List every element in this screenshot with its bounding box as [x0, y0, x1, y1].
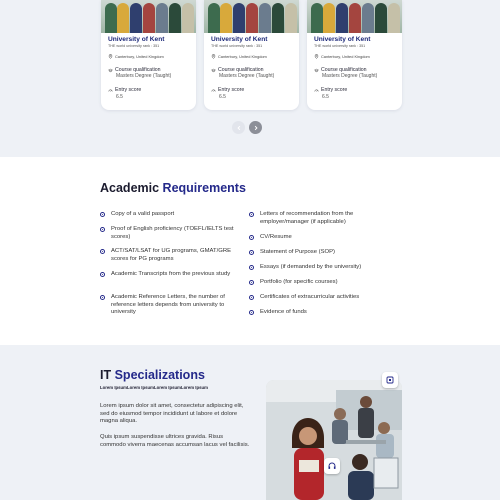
requirement-text: Copy of a valid passport: [111, 211, 175, 217]
it-paragraph: Quis ipsum suspendisse ultrices gravida.…: [100, 434, 250, 448]
requirement-text: Portfolio (for specific courses): [260, 279, 338, 285]
bullet-icon: [249, 295, 254, 301]
heading-highlight: Requirements: [162, 181, 246, 195]
entry-score-label: Entry score: [115, 87, 142, 93]
list-item: Proof of English proficiency (TOEFL/IELT…: [100, 226, 235, 241]
students-classroom-photo: [266, 380, 402, 500]
list-item: Copy of a valid passport: [100, 211, 235, 219]
entry-score-value: 6.5: [116, 94, 123, 100]
graduation-cap-icon: [108, 68, 113, 72]
university-card[interactable]: University of Kent THE world university …: [101, 0, 196, 110]
requirement-text: CV/Resume: [260, 234, 292, 240]
entry-score-label: Entry score: [218, 87, 245, 93]
requirement-text: Statement of Purpose (SOP): [260, 249, 335, 255]
heading-plain: IT: [100, 368, 112, 382]
location-row: Canterbury, United Kingdom: [108, 54, 164, 59]
entry-score-value: 6.5: [322, 94, 329, 100]
list-item: Academic Reference Letters, the number o…: [100, 294, 235, 317]
location-pin-icon: [211, 54, 216, 59]
it-subtitle: Lorem IpsumLorem IpsumLorem IpsumLorem I…: [100, 385, 208, 390]
students-photo: [307, 0, 402, 33]
location-row: Canterbury, United Kingdom: [211, 54, 267, 59]
students-photo: [101, 0, 196, 33]
it-specializations-section: [0, 345, 500, 500]
list-item: Evidence of funds: [249, 309, 379, 317]
requirement-text: Essays (if demanded by the university): [260, 264, 362, 270]
bullet-icon: [100, 212, 105, 218]
location-pin-icon: [314, 54, 319, 59]
it-specializations-heading: IT Specializations: [100, 368, 205, 382]
heading-highlight: Specializations: [114, 368, 205, 382]
gauge-icon: [314, 89, 319, 92]
list-item: CV/Resume: [249, 234, 379, 242]
university-location: Canterbury, United Kingdom: [218, 54, 267, 59]
requirement-text: ACT/SAT/LSAT for UG programs, GMAT/GRE s…: [111, 248, 232, 262]
bullet-icon: [100, 227, 105, 233]
bullet-icon: [249, 310, 254, 316]
list-item: Portfolio (for specific courses): [249, 279, 379, 287]
headset-icon: [328, 462, 336, 469]
gauge-icon: [108, 89, 113, 92]
it-paragraph: Lorem ipsum dolor sit amet, consectetur …: [100, 403, 244, 425]
university-name[interactable]: University of Kent: [314, 36, 370, 43]
university-name[interactable]: University of Kent: [108, 36, 164, 43]
bullet-icon: [100, 249, 105, 255]
graduation-cap-icon: [211, 68, 216, 72]
academic-requirements-heading: Academic Requirements: [100, 181, 246, 195]
entry-score-row: Entry score: [108, 87, 141, 93]
university-cards-section: University of Kent THE world university …: [0, 0, 500, 157]
entry-score-row: Entry score: [211, 87, 244, 93]
course-qualification-value: Masters Degree (Taught): [322, 73, 378, 79]
requirement-text: Certificates of extracurricular activiti…: [260, 294, 360, 300]
heading-plain: Academic: [100, 181, 160, 195]
list-item: Certificates of extracurricular activiti…: [249, 294, 379, 302]
list-item: Academic Transcripts from the previous s…: [100, 271, 235, 279]
university-rank: THE world university rank : 351: [211, 44, 263, 48]
entry-score-row: Entry score: [314, 87, 347, 93]
university-card[interactable]: University of Kent THE world university …: [204, 0, 299, 110]
requirement-text: Evidence of funds: [260, 309, 307, 315]
list-item: ACT/SAT/LSAT for UG programs, GMAT/GRE s…: [100, 248, 235, 263]
hardware-badge-icon: [382, 372, 398, 388]
bullet-icon: [249, 235, 254, 241]
bullet-icon: [249, 212, 254, 218]
carousel-next-button[interactable]: [249, 121, 262, 134]
bullet-icon: [100, 272, 105, 278]
university-name[interactable]: University of Kent: [211, 36, 267, 43]
chevron-left-icon: [236, 125, 240, 130]
university-location: Canterbury, United Kingdom: [321, 54, 370, 59]
requirement-text: Academic Reference Letters, the number o…: [111, 294, 225, 315]
support-badge-icon: [324, 458, 340, 474]
bullet-icon: [100, 295, 105, 301]
university-card[interactable]: University of Kent THE world university …: [307, 0, 402, 110]
requirement-text: Proof of English proficiency (TOEFL/IELT…: [111, 226, 234, 240]
requirement-text: Academic Transcripts from the previous s…: [111, 271, 231, 277]
location-pin-icon: [108, 54, 113, 59]
classroom-illustration: [266, 380, 402, 500]
carousel-prev-button[interactable]: [232, 121, 245, 134]
location-row: Canterbury, United Kingdom: [314, 54, 370, 59]
university-rank: THE world university rank : 351: [108, 44, 160, 48]
gauge-icon: [211, 89, 216, 92]
course-qualification-value: Masters Degree (Taught): [219, 73, 275, 79]
entry-score-value: 6.5: [219, 94, 226, 100]
bullet-icon: [249, 280, 254, 286]
students-photo: [204, 0, 299, 33]
course-qualification-value: Masters Degree (Taught): [116, 73, 172, 79]
university-location: Canterbury, United Kingdom: [115, 54, 164, 59]
list-item: Letters of recommendation from the emplo…: [249, 211, 379, 226]
requirement-text: Letters of recommendation from the emplo…: [260, 211, 354, 225]
bullet-icon: [249, 265, 254, 271]
chip-icon: [386, 376, 394, 384]
chevron-right-icon: [254, 125, 258, 130]
bullet-icon: [249, 250, 254, 256]
list-item: Essays (if demanded by the university): [249, 264, 379, 272]
entry-score-label: Entry score: [321, 87, 348, 93]
graduation-cap-icon: [314, 68, 319, 72]
university-rank: THE world university rank : 351: [314, 44, 366, 48]
list-item: Statement of Purpose (SOP): [249, 249, 379, 257]
